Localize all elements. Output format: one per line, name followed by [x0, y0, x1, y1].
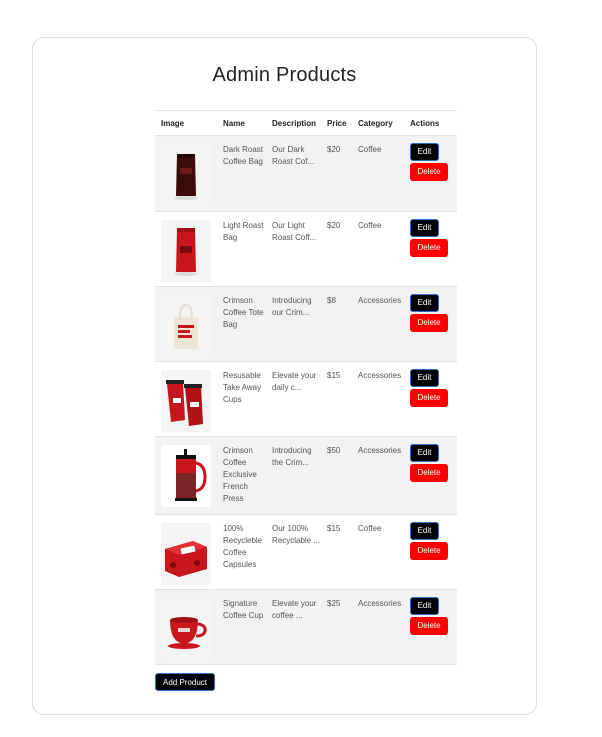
table-row: Resusable Take Away Cups Elevate your da…	[155, 361, 457, 437]
edit-button[interactable]: Edit	[410, 522, 439, 540]
product-name: Crimson Coffee Tote Bag	[217, 286, 266, 362]
product-category: Accessories	[352, 361, 404, 437]
product-price: $50	[321, 436, 352, 515]
product-name: 100% Recycleble Coffee Capsules	[217, 514, 266, 590]
product-description: Our 100% Recyclable ...	[266, 514, 321, 590]
product-description: Elevate your daily c...	[266, 361, 321, 437]
edit-button[interactable]: Edit	[410, 597, 439, 615]
product-price: $20	[321, 135, 352, 212]
product-price: $25	[321, 589, 352, 665]
edit-button[interactable]: Edit	[410, 444, 439, 462]
edit-button[interactable]: Edit	[410, 369, 439, 387]
product-description: Introducing our Crim...	[266, 286, 321, 362]
header-price: Price	[327, 118, 347, 128]
header-description: Description	[272, 118, 317, 128]
product-category: Accessories	[352, 286, 404, 362]
product-description: Introducing the Crim...	[266, 436, 321, 515]
product-category: Coffee	[352, 211, 404, 287]
product-price: $15	[321, 514, 352, 590]
table-row: Crimson Coffee Tote Bag Introducing our …	[155, 286, 457, 362]
header-category: Category	[358, 118, 393, 128]
product-description: Our Dark Roast Cof...	[266, 135, 321, 212]
edit-button[interactable]: Edit	[410, 143, 439, 161]
delete-button[interactable]: Delete	[410, 389, 448, 407]
table-header-row: Image Name Description Price Category Ac…	[155, 110, 457, 136]
table-row: Crimson Coffee Exclusive French Press In…	[155, 436, 457, 515]
table-row: 100% Recycleble Coffee Capsules Our 100%…	[155, 514, 457, 590]
product-price: $20	[321, 211, 352, 287]
product-description: Elevate your coffee ...	[266, 589, 321, 665]
products-table: Image Name Description Price Category Ac…	[155, 110, 457, 665]
delete-button[interactable]: Delete	[410, 314, 448, 332]
product-category: Coffee	[352, 135, 404, 212]
product-name: Signature Coffee Cup	[217, 589, 266, 665]
delete-button[interactable]: Delete	[410, 617, 448, 635]
delete-button[interactable]: Delete	[410, 239, 448, 257]
coffee-capsules-box-icon	[161, 523, 211, 585]
product-name: Resusable Take Away Cups	[217, 361, 266, 437]
delete-button[interactable]: Delete	[410, 163, 448, 181]
table-row: Dark Roast Coffee Bag Our Dark Roast Cof…	[155, 135, 457, 212]
product-name: Crimson Coffee Exclusive French Press	[217, 436, 266, 515]
add-product-button[interactable]: Add Product	[155, 673, 215, 691]
table-row: Light Roast Bag Our Light Roast Coff... …	[155, 211, 457, 287]
product-category: Accessories	[352, 436, 404, 515]
french-press-icon	[161, 445, 211, 507]
table-row: Signature Coffee Cup Elevate your coffee…	[155, 589, 457, 665]
product-description: Our Light Roast Coff...	[266, 211, 321, 287]
header-actions: Actions	[410, 118, 440, 128]
admin-products-card: Admin Products Image Name Description Pr…	[32, 37, 537, 715]
page-title: Admin Products	[212, 64, 357, 86]
product-name: Dark Roast Coffee Bag	[217, 135, 266, 212]
dark-coffee-bag-icon	[161, 144, 211, 206]
edit-button[interactable]: Edit	[410, 219, 439, 237]
header-name: Name	[223, 118, 245, 128]
coffee-cup-icon	[161, 598, 211, 660]
product-category: Coffee	[352, 514, 404, 590]
header-image: Image	[161, 118, 185, 128]
edit-button[interactable]: Edit	[410, 294, 439, 312]
product-category: Accessories	[352, 589, 404, 665]
light-coffee-bag-icon	[161, 220, 211, 282]
delete-button[interactable]: Delete	[410, 464, 448, 482]
delete-button[interactable]: Delete	[410, 542, 448, 560]
product-name: Light Roast Bag	[217, 211, 266, 287]
takeaway-cups-icon	[161, 370, 211, 432]
tote-bag-icon	[161, 295, 211, 357]
product-price: $8	[321, 286, 352, 362]
product-price: $15	[321, 361, 352, 437]
